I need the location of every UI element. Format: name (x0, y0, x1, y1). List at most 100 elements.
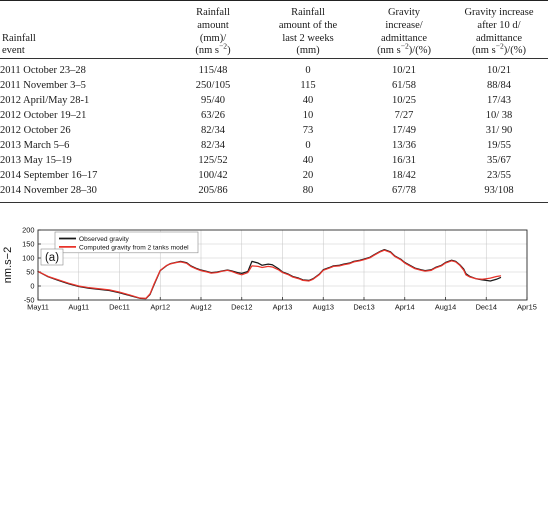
cell-rain_2weeks: 80 (302, 185, 314, 197)
cell-grav_incr_10d: 10/ 38 (485, 110, 513, 122)
x-axis-tick-label: Aug11 (68, 303, 89, 312)
cell-rain_amount: 115/48 (198, 65, 228, 77)
table-header: Rainfall Rainfall Gravity Gravity increa… (0, 0, 548, 65)
table-row: 2012 October 19–21 63/26 10 7/27 10/ 38 (0, 109, 548, 124)
cell-grav_incr: 7/27 (394, 110, 414, 122)
cell-rain_2weeks: 115 (300, 80, 316, 92)
cell-grav_incr: 18/42 (392, 170, 416, 182)
cell-rain_2weeks: 0 (305, 65, 311, 77)
cell-grav_incr: 17/49 (392, 125, 416, 137)
cell-rain_amount: 82/34 (201, 140, 225, 152)
x-axis-tick-label: Apr13 (273, 303, 293, 312)
x-axis-tick-label: Aug14 (435, 303, 456, 312)
col1-header-line2: amount (197, 19, 229, 31)
cell-event: 2011 October 23–28 (0, 65, 86, 77)
cell-grav_incr_10d: 93/108 (484, 185, 514, 197)
legend-label: Observed gravity (79, 236, 130, 243)
table-row: 2011 November 3–5 250/105 115 61/58 88/84 (0, 79, 548, 94)
header-row-line-3: Rainfall (mm)/ last 2 weeks admittance a… (0, 33, 548, 46)
col1-header-units: (nm s−2) (195, 41, 231, 57)
cell-rain_2weeks: 10 (302, 110, 314, 122)
col4-header-units: (nm s−2)/(%) (472, 41, 526, 57)
col3-header-units: (nm s−2)/(%) (377, 41, 431, 57)
cell-rain_amount: 95/40 (201, 95, 225, 107)
x-axis-tick-label: Dec12 (231, 303, 252, 312)
table-row: 2012 April/May 28-1 95/40 40 10/25 17/43 (0, 94, 548, 109)
cell-grav_incr_10d: 88/84 (487, 80, 511, 92)
x-axis-tick-label: Apr15 (517, 303, 537, 312)
cell-event: 2012 October 26 (0, 125, 71, 137)
cell-grav_incr_10d: 10/21 (487, 65, 511, 77)
cell-grav_incr: 10/21 (392, 65, 416, 77)
chart-panel-c-water-level (0, 422, 548, 519)
col1-header-line3: (mm)/ (199, 32, 227, 44)
y-axis-tick-label: 200 (22, 226, 34, 235)
cell-event: 2014 September 16–17 (0, 170, 98, 182)
x-axis-tick-label: Dec13 (353, 303, 374, 312)
col2-header-line1: Rainfall (291, 7, 325, 18)
col0-header-line2: event (2, 45, 25, 57)
x-axis-tick-label: Aug12 (190, 303, 211, 312)
legend-label: Computed gravity from 2 tanks model (79, 244, 189, 251)
timeseries-charts: May11 Aug11 Dec11 Apr12 Aug12 Dec12 Apr13 Aug13… (0, 222, 548, 519)
y-axis-tick-label: 50 (26, 268, 34, 277)
x-axis-tick-label: Dec11 (109, 303, 130, 312)
table-body: 2011 October 23–28 115/48 0 10/21 10/21 2011 … (0, 64, 548, 199)
cell-event: 2013 March 5–6 (0, 140, 70, 152)
cell-grav_incr: 10/25 (392, 95, 416, 107)
cell-event: 2011 November 3–5 (0, 80, 86, 92)
cell-grav_incr: 16/31 (392, 155, 416, 167)
cell-grav_incr_10d: 17/43 (487, 95, 511, 107)
col3-header-line2: increase/ (385, 19, 423, 31)
cell-event: 2014 November 28–30 (0, 185, 97, 197)
col1-header-line1: Rainfall (196, 7, 230, 18)
x-axis-tick-label: Apr14 (395, 303, 415, 312)
cell-event: 2012 October 19–21 (0, 110, 87, 122)
y-axis-label: nm.s−2 (2, 247, 14, 283)
x-axis-tick-label: Aug13 (313, 303, 334, 312)
cell-grav_incr: 13/36 (392, 140, 416, 152)
col0-header-line1: Rainfall (2, 32, 36, 44)
cell-grav_incr_10d: 31/ 90 (485, 125, 513, 137)
chart-panel-b-discharge (0, 321, 548, 421)
table-row: 2013 March 5–6 82/34 0 13/36 19/55 (0, 139, 548, 154)
table-bottom-rule (0, 202, 548, 204)
header-row-line-4: event (nm s−2) (mm) (nm s−2)/(%) (nm s−2… (0, 41, 548, 59)
y-axis-tick-label: 150 (22, 240, 34, 249)
x-axis-tick-label: Apr12 (150, 303, 170, 312)
cell-rain_2weeks: 20 (302, 170, 314, 182)
cell-rain_2weeks: 73 (302, 125, 314, 137)
chart-panel-a-gravity: May11 Aug11 Dec11 Apr12 Aug12 Dec12 Apr13 Aug13… (0, 222, 548, 320)
cell-event: 2012 April/May 28-1 (0, 95, 90, 107)
table-row: 2014 September 16–17 100/42 20 18/42 23/55 (0, 169, 548, 184)
rainfall-events-table: Rainfall Rainfall Gravity Gravity increa… (0, 0, 548, 199)
table-row: 2012 October 26 82/34 73 17/49 31/ 90 (0, 124, 548, 139)
cell-grav_incr_10d: 35/67 (487, 155, 511, 167)
rainfall-events-table-wrapper: Rainfall Rainfall Gravity Gravity increa… (0, 0, 548, 204)
cell-rain_amount: 82/34 (201, 125, 225, 137)
col3-header-line1: Gravity (387, 7, 421, 18)
y-axis-tick-label: 100 (22, 254, 34, 263)
cell-grav_incr_10d: 19/55 (487, 140, 511, 152)
cell-event: 2013 May 15–19 (0, 155, 72, 167)
panel-label: (a) (45, 252, 59, 264)
table-row: 2011 October 23–28 115/48 0 10/21 10/21 (0, 64, 548, 79)
figure-page: Rainfall Rainfall Gravity Gravity increa… (0, 0, 548, 519)
cell-grav_incr: 67/78 (392, 185, 416, 197)
cell-grav_incr: 61/58 (392, 80, 416, 92)
table-row: 2014 November 28–30 205/86 80 67/78 93/108 (0, 184, 548, 199)
col2-header-units: (mm) (296, 45, 320, 57)
cell-rain_amount: 250/105 (195, 80, 231, 92)
cell-rain_amount: 125/52 (198, 155, 228, 167)
col4-header-line2: after 10 d/ (477, 19, 521, 31)
y-axis-tick-label: -50 (24, 296, 35, 305)
y-axis-tick-label: 0 (30, 282, 34, 291)
col2-header-line3: last 2 weeks (282, 32, 334, 44)
cell-rain_amount: 100/42 (198, 170, 228, 182)
table-row: 2013 May 15–19 125/52 40 16/31 35/67 (0, 154, 548, 169)
cell-rain_2weeks: 0 (305, 140, 311, 152)
cell-rain_2weeks: 40 (302, 95, 314, 107)
cell-rain_amount: 63/26 (201, 110, 225, 122)
header-row-line-1: Rainfall Rainfall Gravity Gravity increa… (0, 7, 548, 20)
col4-header-line1: Gravity increase (464, 7, 534, 18)
